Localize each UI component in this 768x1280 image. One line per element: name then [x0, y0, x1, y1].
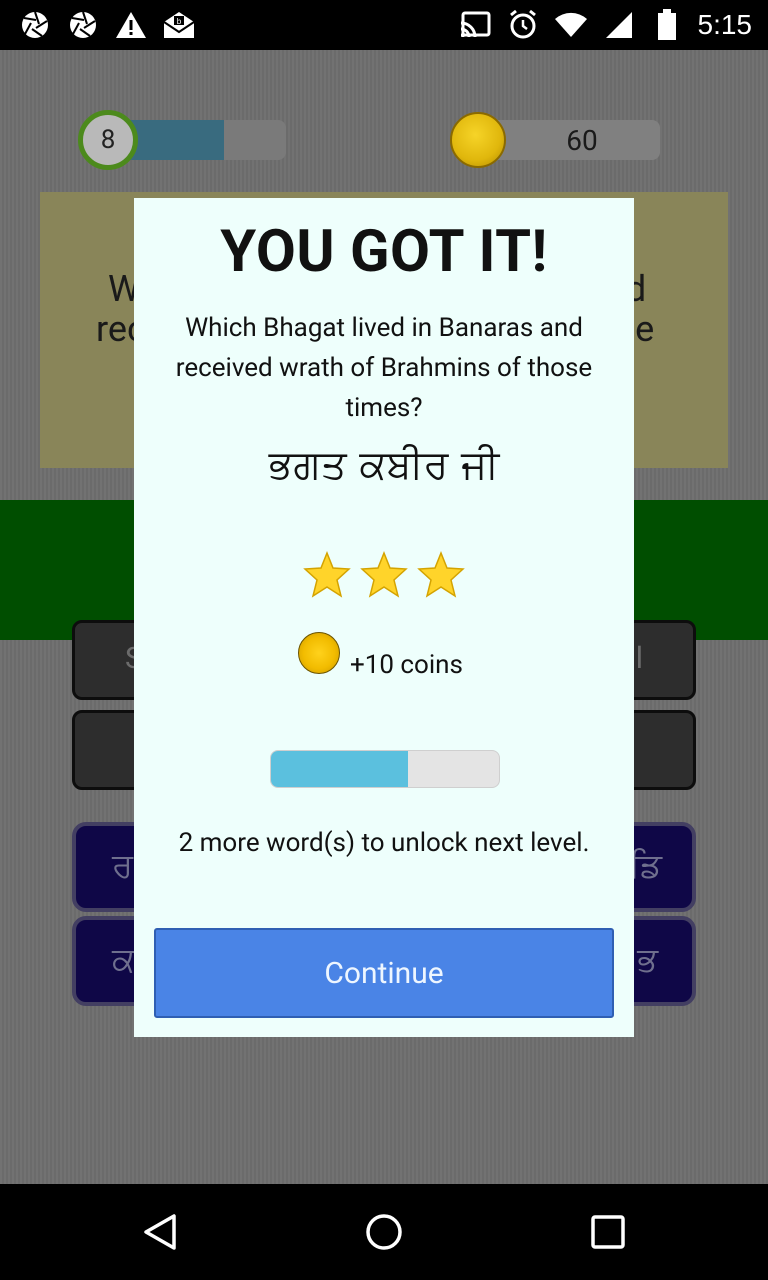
warning-icon: [114, 8, 148, 42]
coin-reward: +10 coins: [134, 632, 634, 682]
success-dialog: YOU GOT IT! Which Bhagat lived in Banara…: [134, 198, 634, 1037]
navigation-bar: [0, 1184, 768, 1280]
recents-icon[interactable]: [588, 1212, 628, 1252]
cast-icon: [458, 8, 492, 42]
back-icon[interactable]: [140, 1212, 180, 1252]
dialog-title: YOU GOT IT!: [220, 218, 548, 286]
coin-icon: [450, 112, 506, 168]
aperture-icon: [18, 8, 52, 42]
svg-text:b: b: [177, 17, 182, 26]
aperture-icon: [66, 8, 100, 42]
answer-text: ਭਗਤ ਕਬੀਰ ਜੀ: [268, 442, 500, 488]
continue-button[interactable]: Continue: [154, 928, 614, 1018]
status-bar: b 5:15: [0, 0, 768, 50]
coin-reward-text: +10 coins: [350, 650, 463, 680]
question-text: Which Bhagat lived in Banaras and receiv…: [175, 313, 593, 423]
star-icon: [303, 550, 351, 598]
alarm-icon: [506, 8, 540, 42]
star-icon: [360, 550, 408, 598]
signal-icon: [602, 8, 636, 42]
unlock-progress-bar: [270, 750, 500, 788]
mail-icon: b: [162, 8, 196, 42]
star-icon: [417, 550, 465, 598]
unlock-progress-fill: [271, 751, 408, 787]
unlock-message: 2 more word(s) to unlock next level.: [178, 828, 590, 858]
home-icon[interactable]: [364, 1212, 404, 1252]
coin-icon: [298, 632, 340, 674]
battery-icon: [650, 8, 684, 42]
level-badge: 8: [78, 110, 138, 170]
wifi-icon: [554, 8, 588, 42]
clock: 5:15: [697, 9, 753, 40]
star-rating: [302, 550, 466, 600]
